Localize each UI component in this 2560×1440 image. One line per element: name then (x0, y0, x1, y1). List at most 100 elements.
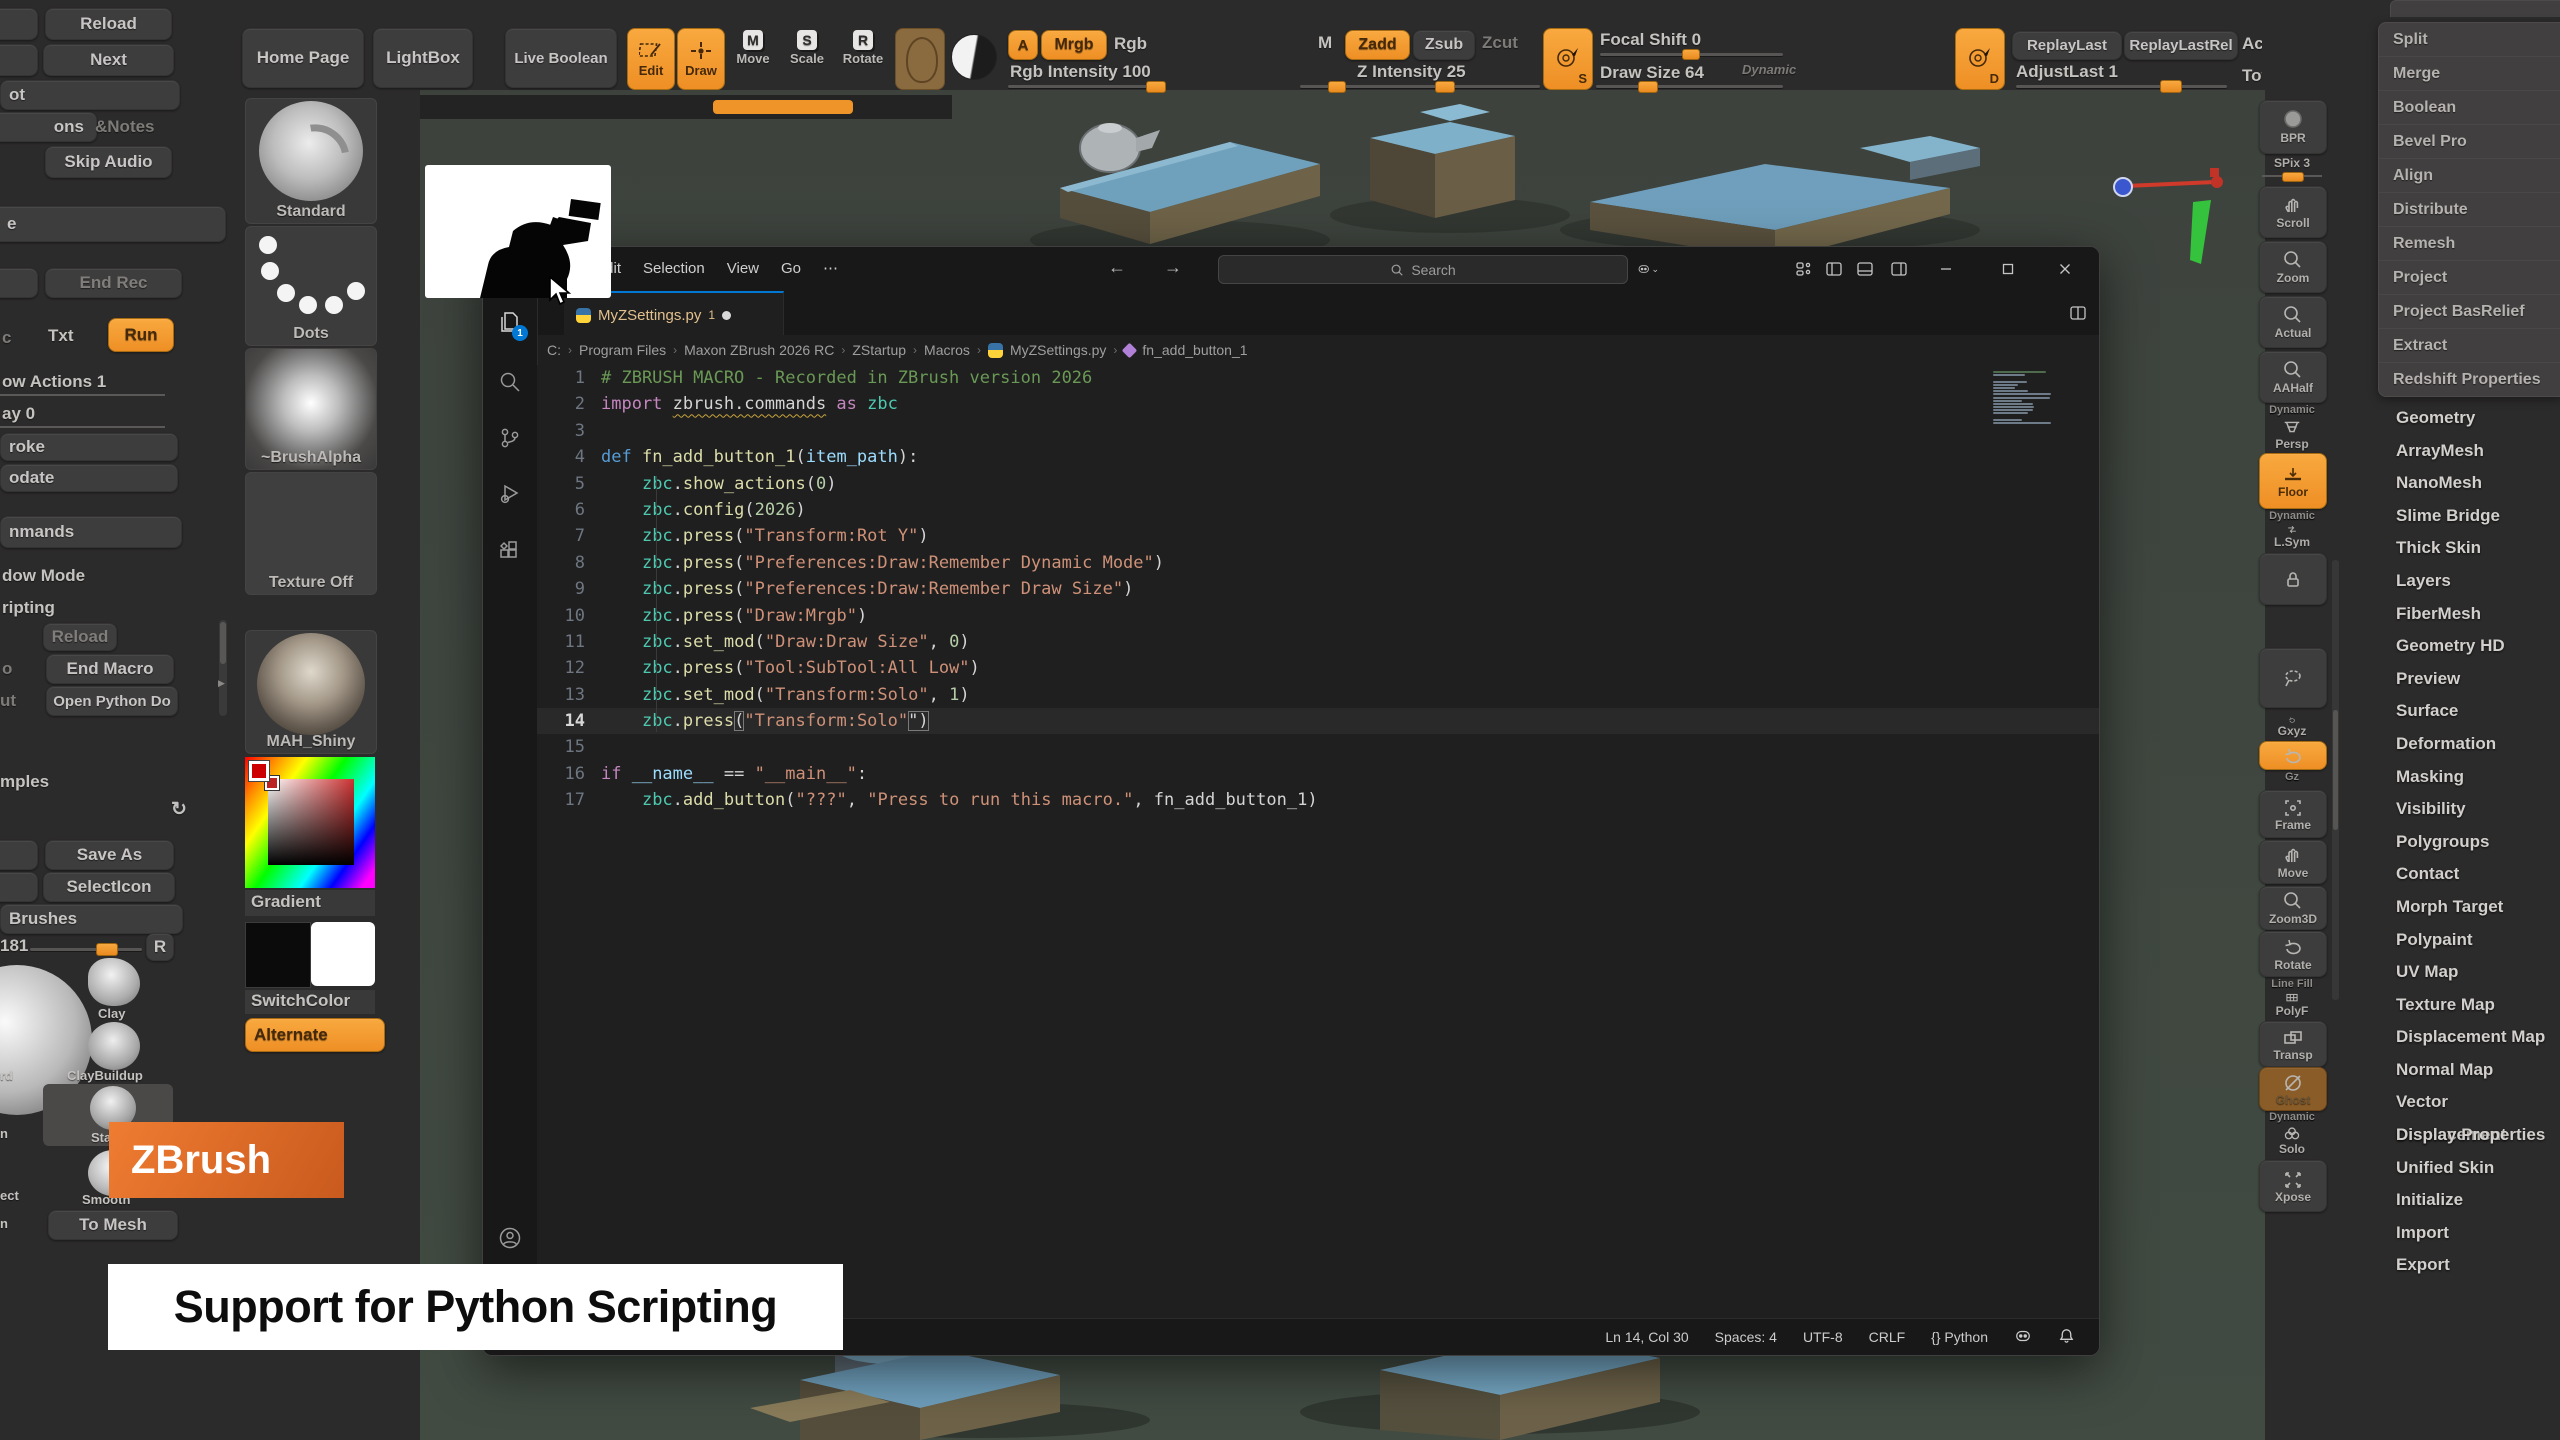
stroke-button[interactable]: roke (0, 433, 178, 461)
code-line[interactable]: 12 zbc.press("Tool:SubTool:All Low") (537, 655, 2099, 681)
notifications-bell-icon[interactable] (2058, 1327, 2075, 1347)
language-mode[interactable]: {} Python (1931, 1329, 1988, 1345)
code-line[interactable]: 1# ZBRUSH MACRO - Recorded in ZBrush ver… (537, 365, 2099, 391)
spix-handle[interactable] (2282, 172, 2304, 182)
code-line[interactable]: 17 zbc.add_button("???", "Press to run t… (537, 787, 2099, 813)
shelf-item-gxyz[interactable]: Gxyz (2259, 716, 2325, 738)
menu-item-project-basrelief[interactable]: Project BasRelief (2379, 294, 2560, 328)
breadcrumb-item[interactable]: MyZSettings.py (1010, 342, 1106, 358)
code-editor[interactable]: 1# ZBRUSH MACRO - Recorded in ZBrush ver… (537, 365, 2099, 1319)
copilot-icon[interactable]: ⌄ (1637, 258, 1659, 280)
replay-last-button[interactable]: ReplayLast (2012, 31, 2122, 60)
code-line[interactable]: 6 zbc.config(2026) (537, 497, 2099, 523)
shelf-button-lasso[interactable] (2259, 648, 2327, 708)
shelf-item-solo[interactable]: Solo (2259, 1124, 2325, 1156)
encoding[interactable]: UTF-8 (1803, 1329, 1843, 1345)
subpalette-polygroups[interactable]: Polygroups (2378, 826, 2560, 859)
subpalette-deformation[interactable]: Deformation (2378, 728, 2560, 761)
toggle-secondary-sidebar-icon[interactable] (1888, 258, 1910, 280)
subpalette-masking[interactable]: Masking (2378, 761, 2560, 794)
reload-script-button[interactable]: Reload (43, 623, 117, 651)
rgb-intensity-slider[interactable]: Rgb Intensity 100 (1010, 62, 1151, 82)
draw-button[interactable]: Draw (677, 28, 725, 90)
current-material-tile[interactable]: MAH_Shiny (245, 630, 377, 754)
subpalette-polypaint[interactable]: Polypaint (2378, 924, 2560, 957)
dynamic-label[interactable]: Dynamic (1742, 62, 1796, 77)
source-control-icon[interactable] (483, 415, 537, 461)
focal-shift-slider[interactable]: Focal Shift 0 (1600, 30, 1701, 50)
current-brush-tile[interactable]: Standard (245, 98, 377, 224)
subpalette-contact[interactable]: Contact (2378, 858, 2560, 891)
menu-item-distribute[interactable]: Distribute (2379, 192, 2560, 226)
subpalette-texture-map[interactable]: Texture Map (2378, 989, 2560, 1022)
subpalette-layers[interactable]: Layers (2378, 565, 2560, 598)
nav-forward-icon[interactable]: → (1164, 257, 1182, 278)
shelf-item-persp[interactable]: Persp (2259, 417, 2325, 451)
gizmo-axis[interactable] (2114, 168, 2223, 264)
subpalette-vector-displacement[interactable]: Vector Displacement (2378, 1086, 2560, 1119)
subpalette-displacement-map[interactable]: Displacement Map (2378, 1021, 2560, 1054)
subpalette-visibility[interactable]: Visibility (2378, 793, 2560, 826)
color-gradient-picker[interactable] (245, 757, 375, 888)
shelf-button-ghost[interactable]: Ghost (2259, 1067, 2327, 1111)
code-line[interactable]: 14 zbc.press("Transform:Solo"") (537, 708, 2099, 734)
code-line[interactable]: 15 (537, 734, 2099, 760)
draw-size-handle[interactable] (1638, 81, 1658, 93)
replay-last-rel-button[interactable]: ReplayLastRel (2124, 31, 2238, 60)
panel-scrollbar[interactable]: ▶ (219, 620, 227, 716)
m-label[interactable]: M (1318, 33, 1332, 53)
tab-bar[interactable]: MyZSettings.py 1 ⋯ (537, 291, 2099, 336)
adjust-last-handle[interactable] (2160, 80, 2182, 93)
brush-count-slider[interactable]: 181 (0, 936, 28, 956)
menu-item-merge[interactable]: Merge (2379, 56, 2560, 90)
minimize-icon[interactable] (1935, 258, 1957, 280)
rgb-button[interactable]: Rgb (1114, 34, 1147, 54)
move-button[interactable]: M Move (730, 30, 776, 66)
lightbox-button[interactable]: LightBox (373, 28, 473, 88)
breadcrumb-item[interactable]: Program Files (579, 342, 666, 358)
subpalette-unified-skin[interactable]: Unified Skin (2378, 1152, 2560, 1185)
brush-thumb-clay[interactable] (88, 958, 140, 1006)
switch-color-swatches[interactable] (245, 922, 375, 988)
subpalette-geometry[interactable]: Geometry (2378, 402, 2560, 435)
menu-item-split[interactable]: Split (2379, 23, 2560, 56)
progress-bar[interactable] (713, 100, 853, 114)
close-icon[interactable] (2054, 258, 2076, 280)
save-as-button[interactable]: Save As (45, 840, 174, 870)
saturation-value-square[interactable] (268, 779, 354, 865)
shelf-button-zoom[interactable]: Zoom (2259, 241, 2327, 293)
menu-selection[interactable]: Selection (633, 255, 715, 283)
toggle-sidebar-icon[interactable] (1823, 258, 1845, 280)
breadcrumb[interactable]: C:›Program Files›Maxon ZBrush 2026 RC›ZS… (537, 335, 2099, 365)
menu-[interactable]: ⋯ (813, 255, 848, 283)
code-line[interactable]: 16if __name__ == "__main__": (537, 761, 2099, 787)
shelf-button-actual[interactable]: Actual (2259, 296, 2327, 348)
commands-button[interactable]: nmands (0, 516, 182, 548)
txt-label[interactable]: Txt (48, 326, 74, 346)
menu-item-boolean[interactable]: Boolean (2379, 90, 2560, 124)
r-button[interactable]: R (146, 933, 174, 961)
z-intensity-handle-left[interactable] (1328, 81, 1346, 93)
subpalette-geometry-hd[interactable]: Geometry HD (2378, 630, 2560, 663)
shelf-button-aahalf[interactable]: AAHalf (2259, 351, 2327, 403)
end-rec-button[interactable]: End Rec (45, 268, 182, 298)
shelf-button-orbit[interactable] (2259, 741, 2327, 770)
customize-layout-icon[interactable] (1793, 258, 1815, 280)
material-quick-sphere[interactable] (951, 34, 997, 80)
menu-item-align[interactable]: Align (2379, 158, 2560, 192)
z-intensity-slider[interactable]: Z Intensity 25 (1357, 62, 1466, 82)
shelf-button-move[interactable]: Move (2259, 840, 2327, 884)
rgb-intensity-handle[interactable] (1146, 81, 1166, 93)
search-sidebar-icon[interactable] (483, 359, 537, 405)
edit-button[interactable]: Edit (627, 28, 675, 90)
run-button[interactable]: Run (108, 318, 174, 352)
rotate-button[interactable]: R Rotate (838, 30, 888, 66)
shelf-item-polyf[interactable]: PolyF (2259, 990, 2325, 1018)
shelf-button-xpose[interactable]: Xpose (2259, 1160, 2327, 1212)
cursor-position[interactable]: Ln 14, Col 30 (1605, 1329, 1688, 1345)
menu-item-remesh[interactable]: Remesh (2379, 226, 2560, 260)
editor-more-actions-icon[interactable]: ⋯ (2099, 302, 2100, 324)
subpalette-normal-map[interactable]: Normal Map (2378, 1054, 2560, 1087)
delay-slider[interactable]: ay 0 (2, 404, 35, 424)
prev-button-3[interactable] (0, 268, 38, 298)
